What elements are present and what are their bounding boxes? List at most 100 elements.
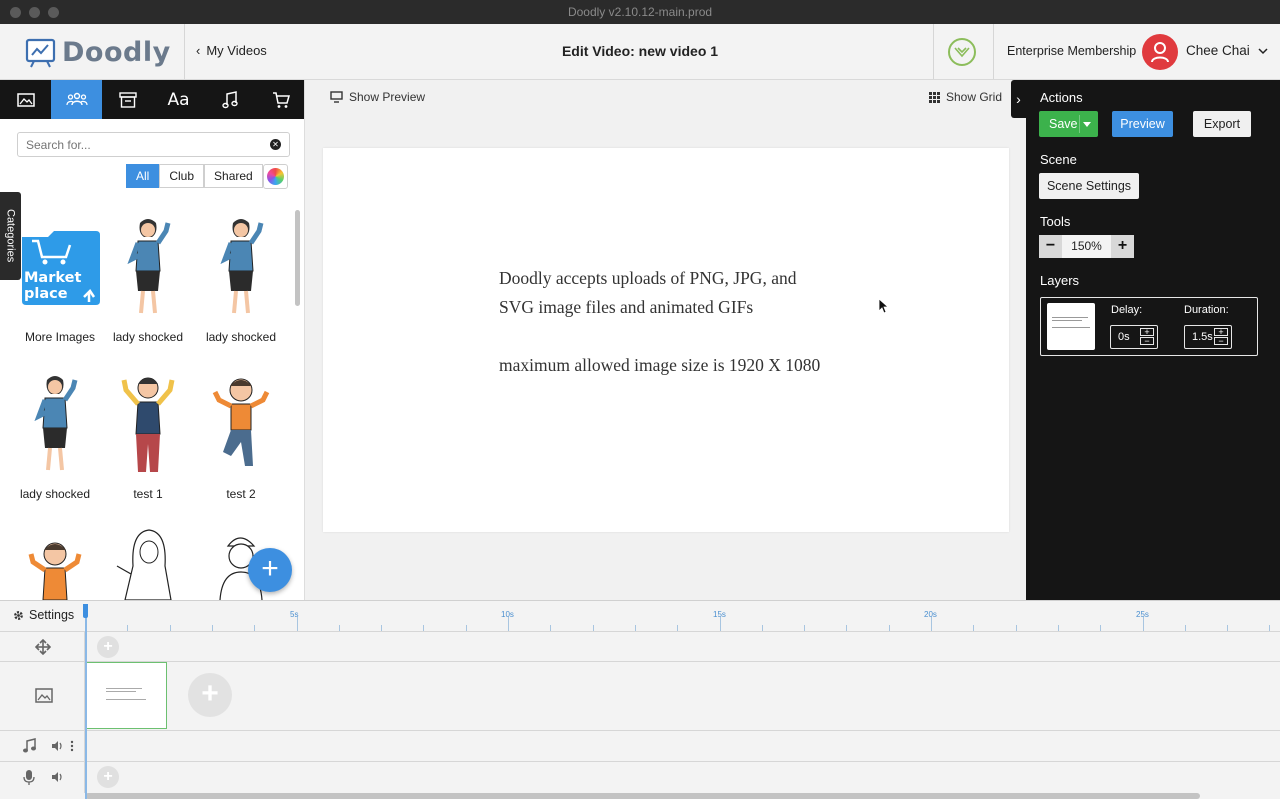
list-item[interactable]: test 1 [102,369,194,501]
list-item[interactable] [9,526,101,600]
window-controls[interactable] [10,7,59,18]
layer-item[interactable]: Delay: 0s + − Duration: 1.5s + − [1040,297,1258,356]
scene-canvas[interactable]: Doodly accepts uploads of PNG, JPG, and … [323,148,1009,532]
volume-icon[interactable] [51,771,64,783]
list-item[interactable]: lady shocked [102,212,194,344]
preview-button[interactable]: Preview [1112,111,1173,137]
playhead-handle[interactable] [83,604,88,618]
minimize-window-button[interactable] [29,7,40,18]
save-button[interactable]: Save [1039,111,1098,137]
export-button[interactable]: Export [1193,111,1251,137]
layers-heading: Layers [1040,273,1080,288]
delay-stepper-arrows: + − [1140,328,1154,346]
volume-icon[interactable] [51,740,64,752]
zoom-out-button[interactable]: − [1039,235,1062,258]
properties-panel: Actions Save Preview Export Scene Scene … [1026,80,1280,600]
list-item[interactable] [102,526,194,600]
add-asset-button[interactable]: + [248,548,292,592]
microphone-icon [23,770,35,785]
doodly-logo[interactable]: Doodly [24,32,171,72]
list-item[interactable]: lady shocked [195,212,287,344]
mouse-pointer-icon [878,298,890,314]
duration-stepper-arrows: + − [1214,328,1228,346]
move-arrows-icon [35,639,51,655]
text-font-icon: Aa [167,89,190,110]
collapse-right-panel-button[interactable]: › [1011,80,1026,118]
plus-icon: + [261,552,279,585]
chevron-right-icon: › [1016,91,1021,107]
time-ruler[interactable]: 5s 10s 15s 20s 25s [85,601,1280,631]
app-header: Doodly ‹ My Videos Edit Video: new video… [0,24,1280,80]
timeline-playhead[interactable] [85,604,87,799]
duration-stepper[interactable]: 1.5s + − [1184,325,1232,349]
search-input[interactable] [18,133,258,156]
close-window-button[interactable] [10,7,21,18]
filter-all[interactable]: All [126,164,160,188]
editor-workspace: Show Preview Show Grid Doodly accepts up… [306,80,1026,600]
tools-heading: Tools [1040,214,1071,229]
back-to-my-videos-link[interactable]: ‹ My Videos [196,43,267,58]
chevron-down-icon [1258,48,1268,55]
brand-badge-icon[interactable] [948,38,976,66]
monitor-icon [330,91,343,103]
window-title: Doodly v2.10.12-main.prod [567,5,713,19]
tab-marketplace[interactable] [255,80,304,119]
track-header [0,662,85,730]
track-header [0,731,85,761]
tab-characters[interactable] [51,80,102,119]
canvas-text-line: SVG image files and animated GIFs [499,297,754,317]
decrement-icon[interactable]: − [1214,337,1228,346]
show-grid-toggle[interactable]: Show Grid [928,90,1002,104]
more-vertical-icon[interactable] [70,740,74,752]
user-icon [1151,42,1169,63]
add-voice-button[interactable]: + [97,766,119,788]
lady-shocked-thumbnail [102,212,194,322]
increment-icon[interactable]: + [1140,328,1154,337]
filter-shared[interactable]: Shared [204,164,263,188]
timeline-track-voice: + [0,761,1280,793]
add-scene-button[interactable]: + [188,673,232,717]
caret-down-icon[interactable] [1083,122,1091,127]
ruler-tick [1142,617,1144,631]
list-item[interactable]: lady shocked [9,369,101,501]
asset-list-scrollbar[interactable] [295,210,300,306]
zoom-window-button[interactable] [48,7,59,18]
track-header [0,762,85,793]
layer-thumbnail[interactable] [1047,303,1095,350]
grid-icon [928,91,940,103]
scene-clip[interactable] [85,662,167,729]
zoom-in-button[interactable]: + [1111,235,1134,258]
item-caption: lady shocked [112,330,184,344]
show-preview-toggle[interactable]: Show Preview [330,90,425,104]
increment-icon[interactable]: + [1214,328,1228,337]
track-header [0,632,85,661]
avatar[interactable] [1142,34,1178,70]
show-preview-label: Show Preview [349,90,426,104]
list-item[interactable]: test 2 [195,369,287,501]
music-note-icon [23,738,36,753]
lady-character-icon [34,376,78,471]
tab-props[interactable] [102,80,153,119]
lady-shocked-thumbnail [195,212,287,322]
color-filter-button[interactable] [263,164,288,189]
tab-images[interactable] [0,80,51,119]
clear-search-icon[interactable]: ✕ [270,139,281,150]
filter-club[interactable]: Club [159,164,205,188]
item-caption: More Images [24,330,96,344]
tab-text[interactable]: Aa [153,80,204,119]
canvas-text-layer[interactable]: Doodly accepts uploads of PNG, JPG, and … [499,264,820,380]
archive-box-icon [118,91,137,108]
delay-stepper[interactable]: 0s + − [1110,325,1158,349]
timeline-settings-button[interactable]: Settings [12,608,74,622]
timeline-horizontal-scrollbar[interactable] [85,793,1200,799]
tab-music[interactable] [204,80,255,119]
asset-tabs: Aa ‹ [0,80,304,119]
ruler-tick [296,617,298,631]
scene-settings-button[interactable]: Scene Settings [1039,173,1139,199]
decrement-icon[interactable]: − [1140,337,1154,346]
categories-drawer-tab[interactable]: Categories [0,192,21,280]
list-item[interactable]: Market place More Images [14,212,106,344]
user-menu[interactable]: Chee Chai [1186,43,1268,59]
scene-heading: Scene [1040,152,1077,167]
add-transition-button[interactable]: + [97,636,119,658]
